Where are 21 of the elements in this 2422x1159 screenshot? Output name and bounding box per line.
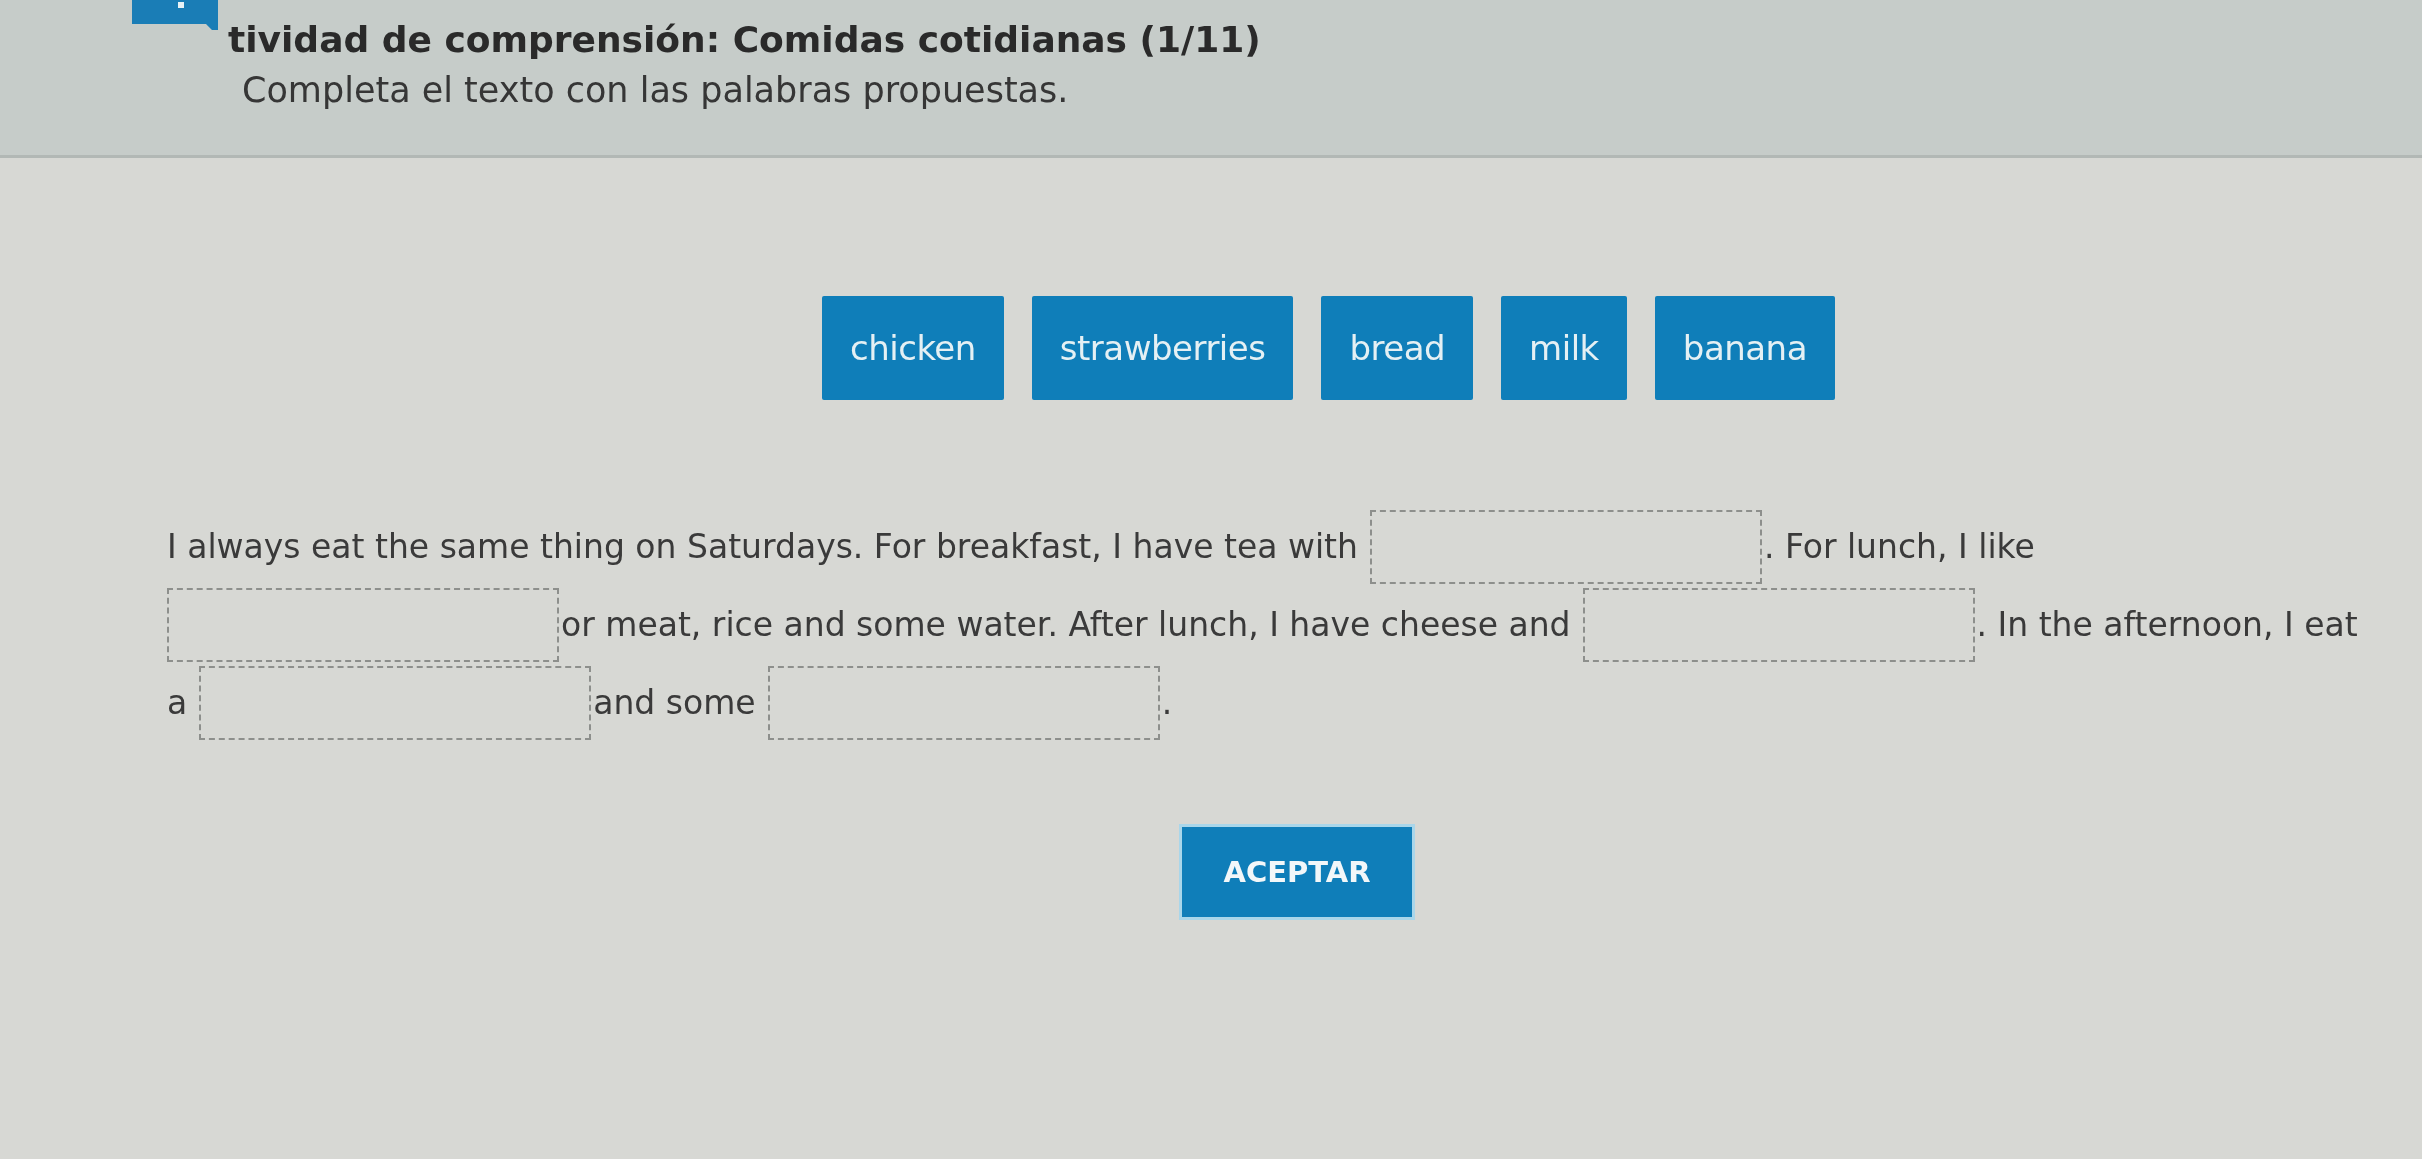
passage-text: .: [1161, 683, 1173, 723]
passage-text: a: [167, 683, 188, 723]
answer-box[interactable]: [167, 588, 559, 662]
passage-text: I always eat the same thing on Saturdays. For breakfast, I have tea with: [167, 527, 1358, 567]
passage-text: or meat, rice and some water. After lunch, I have cheese and: [561, 605, 1571, 645]
accept-button[interactable]: ACEPTAR: [1179, 824, 1415, 920]
answer-box[interactable]: [767, 666, 1160, 740]
activity-title: tividad de comprensión: Comidas cotidianas (1/11): [228, 18, 1261, 62]
passage-text: . In the afternoon, I eat: [1976, 605, 2358, 645]
answer-box[interactable]: [1369, 510, 1762, 584]
passage-text: and some: [593, 683, 756, 723]
passage-text: . For lunch, I like: [1763, 527, 2035, 567]
word-option[interactable]: strawberries: [1031, 296, 1294, 400]
word-option[interactable]: milk: [1501, 296, 1627, 400]
answer-box[interactable]: [199, 666, 592, 740]
tab-icon: [132, 0, 218, 30]
word-option[interactable]: bread: [1321, 296, 1474, 400]
word-option[interactable]: chicken: [822, 296, 1004, 400]
instruction-text: Completa el texto con las palabras propuestas.: [242, 69, 1070, 112]
word-option[interactable]: banana: [1654, 296, 1835, 400]
answer-box[interactable]: [1582, 588, 1975, 662]
